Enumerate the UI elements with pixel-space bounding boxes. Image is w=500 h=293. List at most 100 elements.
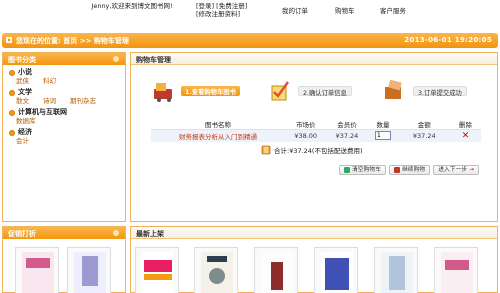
new-arrivals-title-text: 最新上架 [136, 230, 164, 238]
nav-my-orders[interactable]: 我的订单 [282, 5, 308, 15]
category-panel-title: 图书分类 [3, 53, 125, 65]
site-header: Jenny,欢迎来到博文图书网! [登录] [免费注册] [修改注册资料] 我的… [0, 0, 500, 22]
promo-title-text: 促销打折 [8, 230, 36, 238]
subcategory-database[interactable]: 数据库 [16, 117, 36, 125]
arrow-icon [6, 37, 12, 43]
nav-cart[interactable]: 购物车 [335, 5, 355, 15]
breadcrumb-current: 购物车管理 [93, 37, 129, 45]
clear-cart-label: 清空购物车 [352, 167, 381, 173]
subcategory-wuxia[interactable]: 武侠 [16, 77, 29, 85]
book-cover-image [261, 252, 293, 293]
register-link[interactable]: [免费注册] [216, 2, 247, 10]
cart-panel: 购物车管理 1.查看购物车图书 2.确认订单信息 3.订单提交成功 图书名称 市… [130, 52, 498, 222]
continue-shopping-label: 继续购物 [402, 167, 426, 173]
market-price: ¥38.00 [285, 129, 327, 142]
book-cover[interactable] [434, 247, 478, 293]
step-order-submitted: 3.订单提交成功 [413, 86, 467, 97]
checkout-steps: 1.查看购物车图书 2.确认订单信息 3.订单提交成功 [141, 75, 491, 105]
category-title-text: 图书分类 [8, 56, 36, 64]
breadcrumb: 您现在的位置: 首页 >> 购物车管理 [16, 36, 129, 46]
breadcrumb-bar: 您现在的位置: 首页 >> 购物车管理 2013-06-01 19:20:05 [2, 33, 498, 48]
cart-total: 合计:¥37.24(不包括配送费用) [261, 145, 363, 155]
column-header: 金额 [398, 119, 451, 130]
current-datetime: 2013-06-01 19:20:05 [404, 36, 492, 44]
checklist-icon [271, 81, 290, 101]
book-cover-image [441, 252, 473, 293]
cart-icon [394, 167, 400, 173]
book-cover[interactable] [194, 247, 238, 293]
book-cover[interactable] [374, 247, 418, 293]
bullet-icon [9, 69, 15, 76]
auth-links: [登录] [免费注册] [修改注册资料] [196, 2, 247, 18]
book-cover-image [321, 252, 353, 293]
book-cover[interactable] [67, 247, 111, 293]
column-header: 数量 [367, 119, 399, 130]
column-header: 图书名称 [151, 119, 286, 130]
new-arrivals-title: 最新上架 [131, 227, 497, 239]
delete-icon[interactable]: ✕ [462, 131, 470, 141]
column-header: 会员价 [326, 119, 368, 130]
cart-title-text: 购物车管理 [136, 56, 171, 64]
book-cover-image [381, 252, 413, 293]
nav-customer-service[interactable]: 客户服务 [380, 5, 406, 15]
subcategory-scifi[interactable]: 科幻 [43, 77, 56, 85]
quantity-input[interactable] [375, 131, 392, 141]
book-title-link[interactable]: 财务报表分析从入门到精通 [179, 133, 257, 141]
breadcrumb-home-link[interactable]: 首页 [63, 37, 77, 45]
book-cover[interactable] [254, 247, 298, 293]
next-step-button[interactable]: 进入下一步 → [433, 165, 480, 175]
bullet-icon [9, 89, 15, 96]
book-cover[interactable] [314, 247, 358, 293]
clear-cart-button[interactable]: 清空购物车 [339, 165, 386, 175]
book-cover[interactable] [135, 247, 179, 293]
arrow-right-icon: → [469, 167, 475, 173]
ornament-icon [113, 56, 119, 62]
next-step-label: 进入下一步 [438, 167, 468, 173]
category-novel[interactable]: 小说 [18, 68, 32, 77]
continue-shopping-button[interactable]: 继续购物 [389, 165, 431, 175]
category-economy[interactable]: 经济 [18, 128, 32, 137]
welcome-message: Jenny,欢迎来到博文图书网! [91, 2, 173, 10]
cart-icon [344, 167, 350, 173]
line-amount: ¥37.24 [398, 129, 451, 142]
book-cover-image [22, 252, 54, 293]
edit-profile-link[interactable]: [修改注册资料] [196, 10, 240, 18]
cart-actions: 清空购物车 继续购物 进入下一步 → [339, 165, 480, 175]
breadcrumb-prefix: 您现在的位置: [16, 37, 61, 45]
column-header: 删除 [450, 119, 481, 130]
table-row: 财务报表分析从入门到精通 ¥38.00 ¥37.24 ¥37.24 ✕ [151, 129, 481, 142]
promo-panel-title: 促销打折 [3, 227, 125, 239]
subcategory-accounting[interactable]: 会计 [16, 137, 29, 145]
cart-step-icon [154, 83, 172, 102]
site-logo[interactable] [4, 2, 82, 20]
category-computer[interactable]: 计算机与互联网 [18, 108, 67, 117]
new-arrivals-panel: 最新上架 [130, 226, 498, 293]
breadcrumb-separator: >> [79, 37, 92, 45]
category-group: 文学 散文 诗词 期刊杂志 [9, 88, 125, 105]
bullet-icon [9, 129, 15, 136]
subcategory-periodicals[interactable]: 期刊杂志 [70, 97, 96, 105]
cart-table: 图书名称 市场价 会员价 数量 金额 删除 财务报表分析从入门到精通 ¥38.0… [151, 119, 481, 142]
category-group: 计算机与互联网 数据库 [9, 108, 125, 125]
promo-panel: 促销打折 [2, 226, 126, 293]
category-group: 小说 武侠 科幻 [9, 68, 125, 85]
calculator-icon [261, 145, 271, 155]
book-cover-image [201, 252, 233, 293]
login-link[interactable]: [登录] [196, 2, 214, 10]
ornament-icon [113, 230, 119, 236]
category-literature[interactable]: 文学 [18, 88, 32, 97]
book-cover-image [142, 252, 174, 293]
category-panel: 图书分类 小说 武侠 科幻 文学 散文 诗词 期刊杂志 计算机与互联网 数据库 经济 … [2, 52, 126, 222]
step-confirm-order: 2.确认订单信息 [298, 86, 352, 97]
member-price: ¥37.24 [326, 129, 368, 142]
subcategory-prose[interactable]: 散文 [16, 97, 29, 105]
column-header: 市场价 [285, 119, 327, 130]
book-cover-image [74, 252, 106, 293]
bullet-icon [9, 109, 15, 116]
category-group: 经济 会计 [9, 128, 125, 145]
table-header-row: 图书名称 市场价 会员价 数量 金额 删除 [151, 119, 481, 130]
step-view-cart: 1.查看购物车图书 [181, 86, 240, 96]
book-cover[interactable] [15, 247, 59, 293]
subcategory-poetry[interactable]: 诗词 [43, 97, 56, 105]
cart-panel-title: 购物车管理 [131, 53, 497, 65]
